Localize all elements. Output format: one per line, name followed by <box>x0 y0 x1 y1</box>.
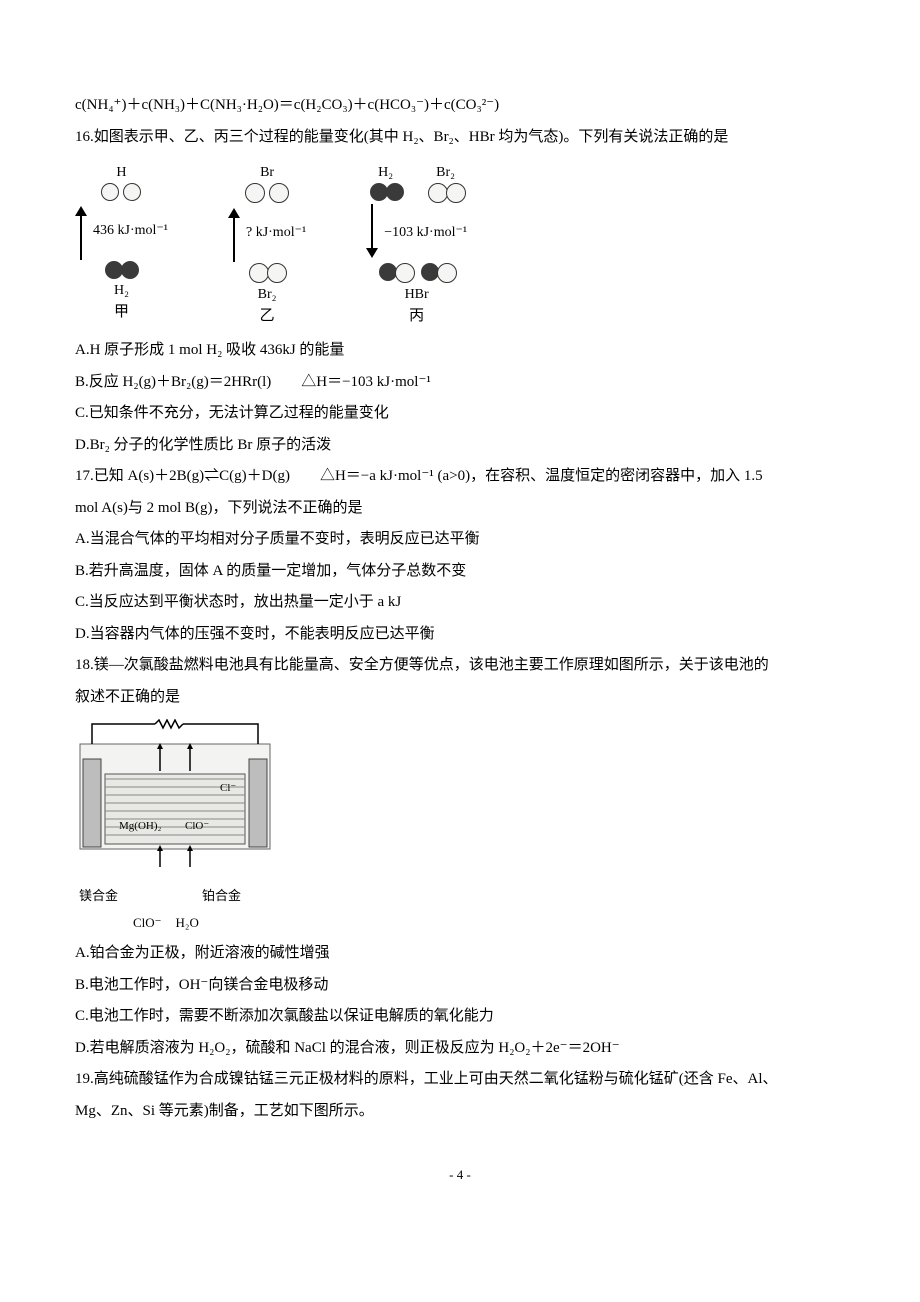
q17-option-c: C.当反应达到平衡状态时，放出热量一定小于 a kJ <box>75 587 845 619</box>
atom-label-br: Br <box>260 163 274 183</box>
svg-text:Cl⁻: Cl⁻ <box>220 782 236 794</box>
q18-cell-diagram: Cl⁻ Mg(OH)₂ ClO⁻ 镁合金 铂合金 ClO⁻ H₂O <box>75 719 275 936</box>
q18-stem-line1: 18.镁—次氯酸盐燃料电池具有比能量高、安全方便等优点，该电池主要工作原理如图所… <box>75 650 845 682</box>
inlet-h2o-label: H₂O <box>176 909 199 936</box>
q19-stem-line2: Mg、Zn、Si 等元素)制备，工艺如下图所示。 <box>75 1096 845 1128</box>
q18-option-b: B.电池工作时，OH⁻向镁合金电极移动 <box>75 970 845 1002</box>
molecule-label-hbr: HBr <box>405 285 429 305</box>
q16-option-a: A.H 原子形成 1 mol H₂ 吸收 436kJ 的能量 <box>75 335 845 367</box>
q16-option-b: B.反应 H₂(g)＋Br₂(g)＝2HRr(l) △H＝−103 kJ·mol… <box>75 367 845 399</box>
q17-option-d: D.当容器内气体的压强不变时，不能表明反应已达平衡 <box>75 619 845 651</box>
molecule-label-h2: H₂ <box>370 163 402 183</box>
diagram-yi: Br ? kJ·mol⁻¹ Br₂ 乙 <box>228 161 306 327</box>
q17-stem-line1: 17.已知 A(s)＋2B(g)⇌C(g)＋D(g) △H＝−a kJ·mol⁻… <box>75 461 845 493</box>
molecule-label-br2: Br₂ <box>258 285 277 305</box>
caption-jia: 甲 <box>114 302 129 323</box>
arrow-up-icon <box>228 204 240 262</box>
energy-value: ? kJ·mol⁻¹ <box>246 223 306 243</box>
q16-diagram: H 436 kJ·mol⁻¹ H₂ 甲 Br ? kJ·mol⁻¹ Br₂ 乙 … <box>75 161 845 327</box>
page-number: - 4 - <box>75 1161 845 1188</box>
diagram-bing: H₂ Br₂ −103 kJ·mol⁻¹ HBr 丙 <box>366 161 467 327</box>
q18-option-c: C.电池工作时，需要不断添加次氯酸盐以保证电解质的氧化能力 <box>75 1001 845 1033</box>
diagram-jia: H 436 kJ·mol⁻¹ H₂ 甲 <box>75 161 168 323</box>
q17-stem-line2: mol A(s)与 2 mol B(g)，下列说法不正确的是 <box>75 493 845 525</box>
q17-option-a: A.当混合气体的平均相对分子质量不变时，表明反应已达平衡 <box>75 524 845 556</box>
top-formula: c(NH₄⁺)＋c(NH₃)＋C(NH₃·H₂O)＝c(H₂CO₃)＋c(HCO… <box>75 90 845 122</box>
arrow-down-icon <box>366 204 378 262</box>
arrow-up-icon <box>75 202 87 260</box>
inlet-clo-label: ClO⁻ <box>133 909 162 936</box>
q17-option-b: B.若升高温度，固体 A 的质量一定增加，气体分子总数不变 <box>75 556 845 588</box>
battery-icon: Cl⁻ Mg(OH)₂ ClO⁻ <box>75 719 275 869</box>
molecule-label-br2: Br₂ <box>428 163 464 183</box>
molecule-label-h2: H₂ <box>114 281 129 301</box>
energy-value: 436 kJ·mol⁻¹ <box>93 221 168 241</box>
right-electrode-label: 铂合金 <box>202 882 241 909</box>
svg-text:Mg(OH)₂: Mg(OH)₂ <box>119 820 161 832</box>
left-electrode-label: 镁合金 <box>79 882 118 909</box>
svg-text:ClO⁻: ClO⁻ <box>185 820 209 832</box>
energy-value: −103 kJ·mol⁻¹ <box>384 223 467 243</box>
q18-stem-line2: 叙述不正确的是 <box>75 682 845 714</box>
caption-yi: 乙 <box>260 306 275 327</box>
q19-stem-line1: 19.高纯硫酸锰作为合成镍钴锰三元正极材料的原料，工业上可由天然二氧化锰粉与硫化… <box>75 1064 845 1096</box>
q16-option-d: D.Br₂ 分子的化学性质比 Br 原子的活泼 <box>75 430 845 462</box>
q18-option-d: D.若电解质溶液为 H₂O₂，硫酸和 NaCl 的混合液，则正极反应为 H₂O₂… <box>75 1033 845 1065</box>
caption-bing: 丙 <box>409 306 424 327</box>
atom-label-h: H <box>116 163 126 183</box>
q16-option-c: C.已知条件不充分，无法计算乙过程的能量变化 <box>75 398 845 430</box>
q18-option-a: A.铂合金为正极，附近溶液的碱性增强 <box>75 938 845 970</box>
q16-stem: 16.如图表示甲、乙、丙三个过程的能量变化(其中 H₂、Br₂、HBr 均为气态… <box>75 122 845 154</box>
